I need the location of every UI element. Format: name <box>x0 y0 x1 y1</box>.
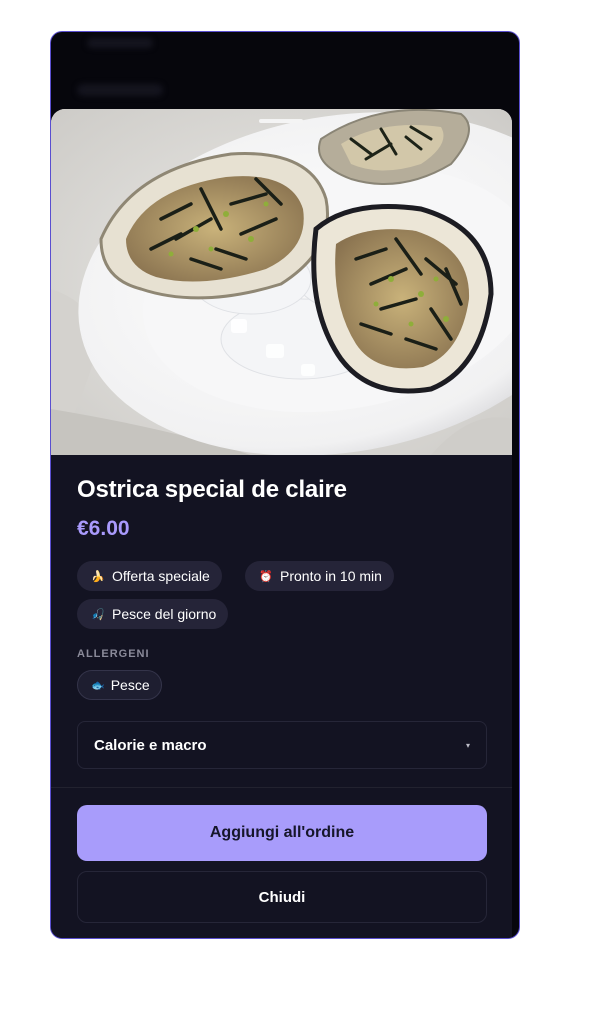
tag-chip-pronto-in-10-min: ⏰ Pronto in 10 min <box>245 561 394 591</box>
tag-label: Pesce del giorno <box>112 606 217 622</box>
background-blur-element <box>77 84 163 96</box>
chevron-down-icon: ▾ <box>465 740 470 750</box>
nutrition-accordion-label: Calorie e macro <box>94 736 207 754</box>
background-blur-element <box>87 38 153 48</box>
timer-icon: ⏰ <box>259 570 273 583</box>
banana-icon: 🍌 <box>91 570 105 583</box>
allergen-label: Pesce <box>110 677 150 693</box>
product-title: Ostrica special de claire <box>77 476 347 503</box>
fish-hook-icon: 🎣 <box>91 608 105 621</box>
product-image <box>51 109 512 455</box>
tag-chip-offerta-speciale: 🍌 Offerta speciale <box>77 561 222 591</box>
product-detail-sheet: Ostrica special de claire €6.00 🍌 Offert… <box>51 109 512 938</box>
add-to-order-button[interactable]: Aggiungi all'ordine <box>77 805 487 861</box>
divider <box>51 787 512 788</box>
tag-label: Pronto in 10 min <box>280 568 382 584</box>
nutrition-accordion[interactable]: Calorie e macro ▾ <box>77 721 487 769</box>
tag-chip-pesce-del-giorno: 🎣 Pesce del giorno <box>77 599 229 629</box>
sheet-drag-handle[interactable] <box>259 119 303 123</box>
allergen-chip-pesce: 🐟 Pesce <box>77 670 162 700</box>
close-button[interactable]: Chiudi <box>77 871 487 923</box>
fish-icon: 🐟 <box>91 679 105 692</box>
allergens-heading: ALLERGENI <box>77 648 150 660</box>
device-frame: Ostrica special de claire €6.00 🍌 Offert… <box>50 31 520 939</box>
tag-label: Offerta speciale <box>112 568 210 584</box>
product-price: €6.00 <box>77 517 130 540</box>
